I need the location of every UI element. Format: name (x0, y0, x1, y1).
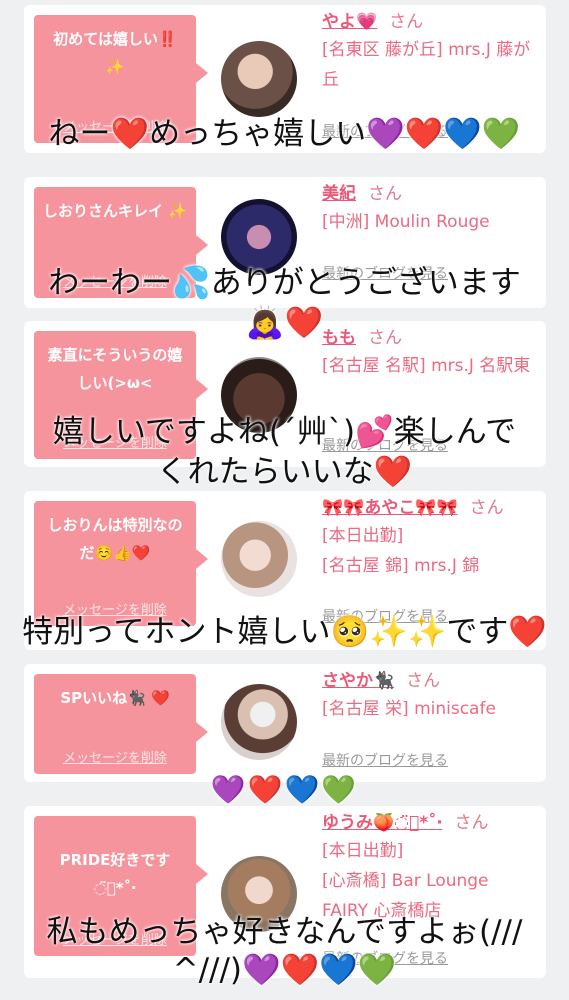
reply-caption: 💜❤️💙💚 (210, 773, 359, 806)
honorific: さん (469, 498, 504, 518)
sender-name-link[interactable]: 美紀 (322, 184, 356, 204)
reply-caption: ^///)💜❤️💙💚 (172, 952, 397, 988)
sender-info: 美紀 さん [中洲] Moulin Rouge (322, 181, 536, 237)
shift-status: [本日出勤] (322, 526, 404, 546)
reply-caption: 私もめっちゃ好きなんですよぉ(/// (46, 914, 523, 950)
reply-caption: 🙇‍♀️❤️ (245, 305, 324, 341)
reply-caption: くれたらいいな❤️ (156, 454, 413, 490)
message-text: しおりんは特別なのだ☺️👍❤️ (47, 516, 183, 562)
honorific: さん (368, 184, 402, 204)
delete-message-link[interactable]: メッセージを削除 (34, 747, 196, 766)
reply-caption: わーわー💦ありがとうございます (48, 265, 521, 301)
honorific: さん (454, 813, 489, 833)
sender-name-link[interactable]: 🎀🎀あやこ🎀🎀 (322, 498, 458, 518)
message-text: 初めては嬉しい‼️ ✨ (53, 30, 177, 76)
message-bubble: SPいいね🐈‍⬛ ❤️ メッセージを削除 (34, 674, 208, 774)
honorific: さん (406, 671, 441, 691)
avatar[interactable] (221, 521, 297, 597)
shift-status: [本日出勤] (322, 841, 404, 861)
shop-name: [名古屋 栄] miniscafe (322, 699, 496, 719)
reply-caption: 特別ってホント嬉しい🥺✨✨です❤️ (22, 614, 547, 650)
latest-blog-link[interactable]: 最新のブログを見る (322, 750, 448, 770)
message-bubble: しおりんは特別なのだ☺️👍❤️ メッセージを削除 (34, 501, 208, 626)
shop-name: [名古屋 名駅] mrs.J 名駅東 (322, 356, 531, 376)
sender-name-link[interactable]: やよ💗 (322, 12, 377, 32)
message-card: SPいいね🐈‍⬛ ❤️ メッセージを削除 さやか🐈‍⬛ さん [名古屋 栄] mi… (24, 664, 546, 782)
shop-name: [名古屋 錦] mrs.J 錦 (322, 556, 480, 576)
reply-caption: 嬉しいですよね(´艸`)💕楽しんで (52, 414, 517, 450)
sender-name-link[interactable]: さやか🐈‍⬛ (322, 671, 394, 691)
sender-name-link[interactable]: ゆうみ🍑◌̈⃝*˚‧ (322, 813, 443, 833)
sender-info: やよ💗 さん [名東区 藤が丘] mrs.J 藤が丘 (322, 9, 536, 95)
message-text: PRIDE好きです ◌̈⃝*˚‧ (59, 851, 171, 897)
sender-info: ゆうみ🍑◌̈⃝*˚‧ さん [本日出勤] [心斎橋] Bar Lounge FAI… (322, 810, 536, 926)
message-text: SPいいね🐈‍⬛ ❤️ (60, 689, 170, 707)
shop-name: [中洲] Moulin Rouge (322, 212, 490, 232)
sender-info: さやか🐈‍⬛ さん [名古屋 栄] miniscafe (322, 668, 536, 724)
message-text: しおりさんキレイ ✨ (43, 202, 187, 220)
honorific: さん (389, 12, 424, 32)
avatar[interactable] (221, 684, 297, 760)
sender-info: 🎀🎀あやこ🎀🎀 さん [本日出勤] [名古屋 錦] mrs.J 錦 (322, 495, 536, 581)
avatar[interactable] (221, 41, 297, 117)
reply-caption: ねー❤️めっちゃ嬉しい💜❤️💙💚 (48, 116, 521, 152)
shop-name: [名東区 藤が丘] mrs.J 藤が丘 (322, 40, 531, 90)
